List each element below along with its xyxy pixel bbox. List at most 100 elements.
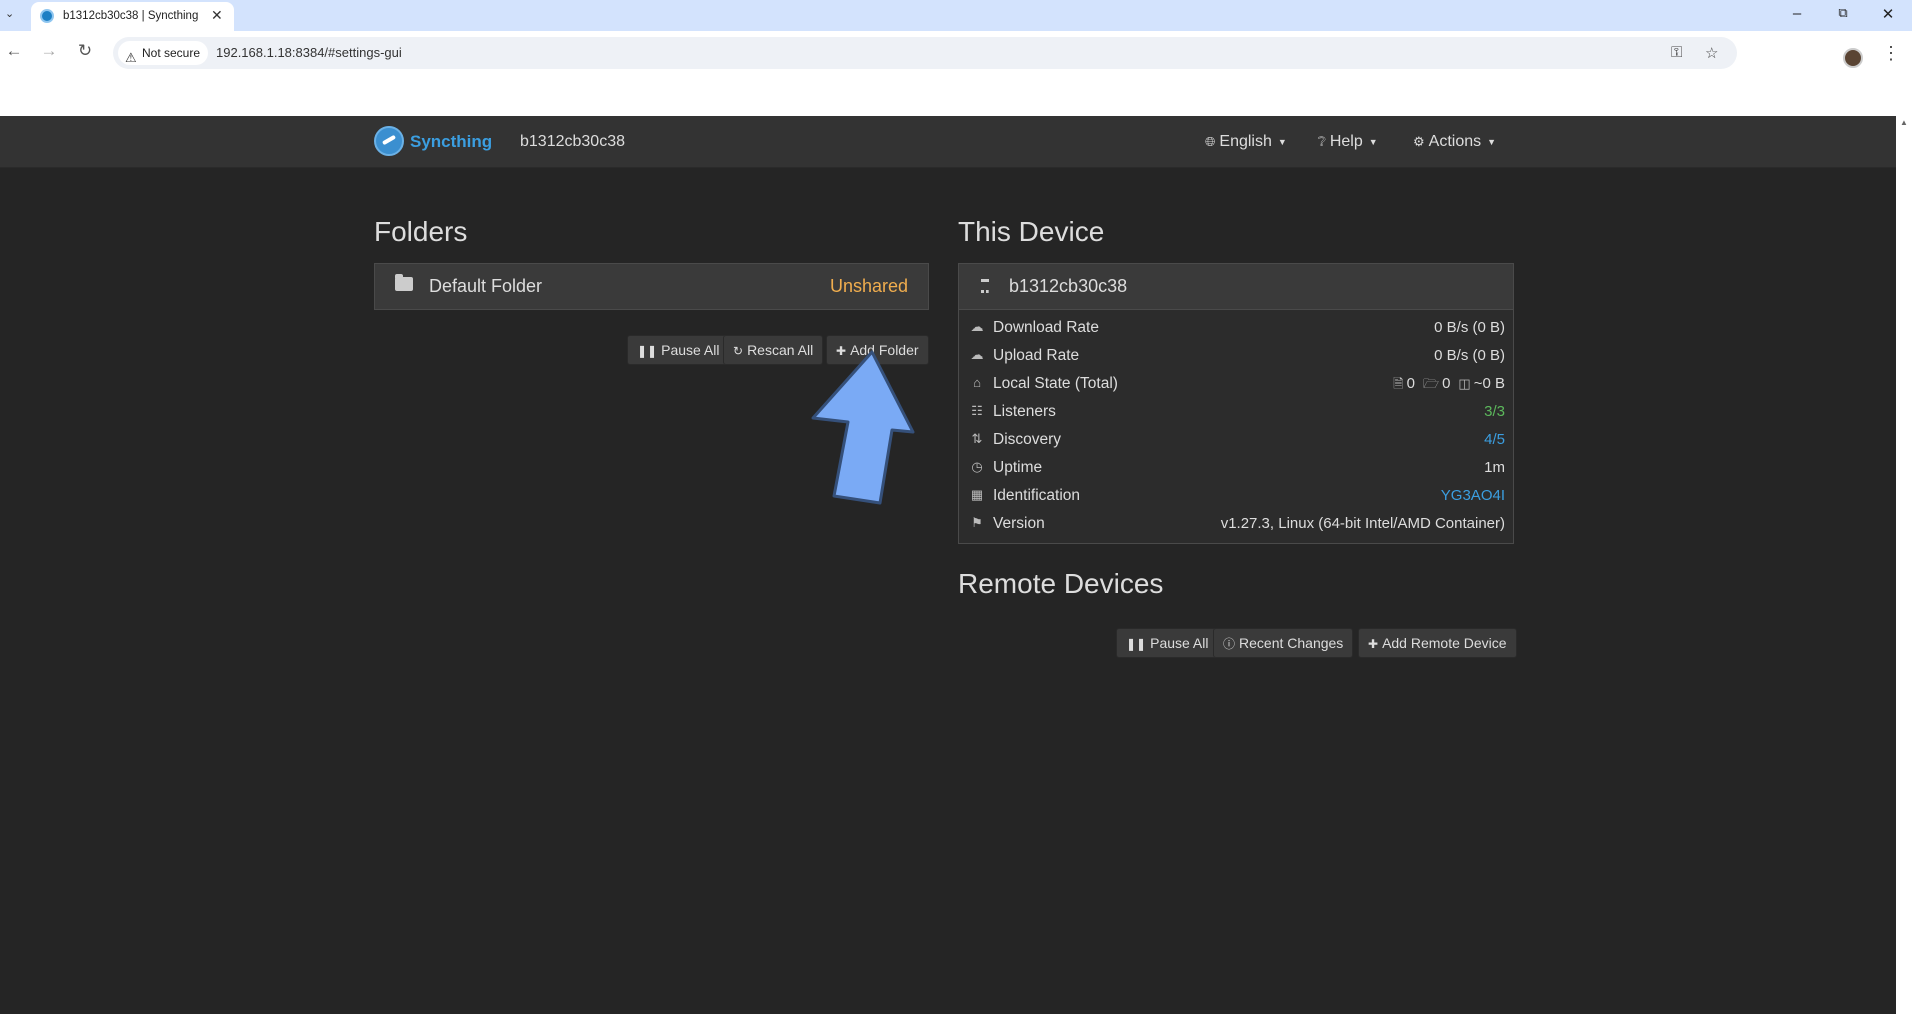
reload-icon[interactable]: ↻ — [75, 41, 95, 61]
stat-download-rate: ☁ Download Rate 0 B/s (0 B) — [959, 314, 1513, 342]
bookmark-star-icon[interactable]: ☆ — [1705, 44, 1718, 62]
restore-window-icon[interactable]: ⧉ — [1833, 5, 1853, 21]
stat-label: Identification — [993, 487, 1081, 504]
stat-label: Uptime — [993, 459, 1043, 476]
add-remote-device-label: Add Remote Device — [1382, 635, 1507, 651]
local-state-values: 🗎︎ 0 🗁︎ 0 ◫ ~0 B — [1385, 375, 1505, 397]
folder-outline-icon: 🗁︎ — [1422, 376, 1440, 391]
this-device-header[interactable]: b1312cb30c38 — [959, 264, 1513, 310]
stat-label: Local State (Total) — [993, 375, 1118, 392]
folder-icon — [395, 274, 413, 291]
minimize-window-icon[interactable]: – — [1787, 5, 1807, 22]
stat-value: v1.27.3, Linux (64-bit Intel/AMD Contain… — [1220, 515, 1505, 532]
stat-label: Listeners — [993, 403, 1056, 420]
scroll-up-arrow-icon[interactable]: ▲ — [1900, 118, 1908, 127]
syncthing-logo-icon[interactable] — [374, 126, 404, 156]
stat-value: 0 B/s (0 B) — [1434, 347, 1505, 364]
refresh-icon: ↻ — [733, 344, 744, 358]
help-label: Help — [1329, 133, 1363, 150]
stat-identification: ▦ Identification YG3AO4I — [959, 482, 1513, 510]
qrcode-icon: ▦ — [970, 487, 984, 502]
remote-devices-heading: Remote Devices — [958, 568, 1164, 599]
language-label: English — [1219, 133, 1272, 150]
pause-all-label: Pause All — [661, 342, 720, 358]
stat-upload-rate: ☁ Upload Rate 0 B/s (0 B) — [959, 342, 1513, 370]
address-bar[interactable]: ⚠ Not secure 192.168.1.18:8384/#settings… — [113, 37, 1737, 69]
tag-icon: ⚑ — [971, 515, 983, 530]
browser-toolbar: ← → ↻ ⚠ Not secure 192.168.1.18:8384/#se… — [0, 31, 1912, 116]
browser-menu-icon[interactable]: ⋮ — [1882, 43, 1900, 64]
pause-icon: ❚❚ — [1126, 637, 1147, 651]
question-circle-icon: ❔︎ — [1318, 134, 1326, 149]
warning-triangle-icon: ⚠ — [125, 50, 137, 65]
file-icon: 🗎︎ — [1393, 376, 1404, 391]
navbar-device-name: b1312cb30c38 — [520, 133, 625, 150]
stat-version: ⚑ Version v1.27.3, Linux (64-bit Intel/A… — [959, 510, 1513, 538]
add-remote-device-button[interactable]: ✚ Add Remote Device — [1358, 628, 1517, 658]
help-menu[interactable]: ❔︎ Help ▼ — [1318, 133, 1378, 151]
stat-discovery: ⇅ Discovery 4/5 — [959, 426, 1513, 454]
signpost-icon: ⇅ — [971, 431, 983, 446]
stat-value: 0 B/s (0 B) — [1434, 319, 1505, 336]
plus-icon: ✚ — [1368, 637, 1379, 651]
tab-close-icon[interactable]: ✕ — [211, 7, 223, 24]
stat-label: Upload Rate — [993, 347, 1080, 364]
globe-icon: 🌐︎ — [1205, 134, 1216, 149]
stat-local-state: ⌂ Local State (Total) 🗎︎ 0 🗁︎ 0 ◫ ~0 B — [959, 370, 1513, 398]
pause-icon: ❚❚ — [637, 344, 658, 358]
folders-heading: Folders — [374, 216, 468, 247]
identification-link[interactable]: YG3AO4I — [1441, 487, 1505, 504]
local-files-count: 0 — [1406, 375, 1415, 392]
stat-label: Discovery — [993, 431, 1062, 448]
profile-avatar[interactable] — [1843, 48, 1863, 68]
language-menu[interactable]: 🌐︎ English ▼ — [1205, 133, 1287, 151]
recent-changes-button[interactable]: ⓘ Recent Changes — [1213, 628, 1354, 658]
password-key-icon[interactable]: ⚿ — [1671, 44, 1682, 61]
browser-tab-strip: ⌄ b1312cb30c38 | Syncthing ✕ – ⧉ ✕ — [0, 0, 1912, 31]
pause-all-devices-button[interactable]: ❚❚ Pause All — [1116, 628, 1219, 658]
this-device-panel: b1312cb30c38 ☁ Download Rate 0 B/s (0 B)… — [958, 263, 1514, 544]
clock-icon: ◷ — [971, 459, 983, 474]
this-device-name: b1312cb30c38 — [1009, 276, 1128, 296]
recent-changes-label: Recent Changes — [1239, 635, 1344, 651]
this-device-heading: This Device — [958, 216, 1105, 247]
stat-listeners: ☷ Listeners 3/3 — [959, 398, 1513, 426]
stat-label: Version — [993, 515, 1045, 532]
caret-down-icon: ▼ — [1487, 136, 1497, 147]
tab-search-chevron-icon[interactable]: ⌄ — [5, 7, 19, 21]
info-circle-icon: ⓘ — [1223, 637, 1236, 651]
callout-arrow-icon — [811, 350, 915, 505]
local-dirs-count: 0 — [1442, 375, 1451, 392]
folder-label: Default Folder — [429, 276, 543, 296]
discovery-value[interactable]: 4/5 — [1484, 431, 1505, 448]
folder-row-default[interactable]: Default Folder Unshared — [374, 263, 929, 310]
listeners-value[interactable]: 3/3 — [1484, 403, 1505, 420]
back-arrow-icon[interactable]: ← — [4, 41, 24, 61]
tab-title: b1312cb30c38 | Syncthing — [63, 10, 199, 22]
actions-menu[interactable]: ⚙ Actions ▼ — [1413, 133, 1496, 151]
pause-all-folders-button[interactable]: ❚❚ Pause All — [627, 335, 730, 365]
server-icon — [981, 279, 989, 293]
cloud-upload-icon: ☁ — [970, 347, 984, 362]
close-window-icon[interactable]: ✕ — [1878, 5, 1898, 23]
forward-arrow-icon[interactable]: → — [39, 41, 59, 61]
folder-status-badge: Unshared — [829, 276, 908, 296]
cloud-download-icon: ☁ — [970, 319, 984, 334]
caret-down-icon: ▼ — [1277, 136, 1287, 147]
page-scrollbar[interactable]: ▲ — [1896, 116, 1912, 1014]
actions-label: Actions — [1428, 133, 1482, 150]
not-secure-label: Not secure — [142, 46, 201, 60]
url-text[interactable]: 192.168.1.18:8384/#settings-gui — [216, 45, 402, 60]
brand-name[interactable]: Syncthing — [410, 132, 492, 152]
browser-tab[interactable]: b1312cb30c38 | Syncthing ✕ — [31, 2, 234, 31]
local-size: ~0 B — [1473, 375, 1505, 392]
hard-drive-icon: ◫ — [1458, 376, 1471, 391]
stat-value: 1m — [1484, 459, 1505, 476]
syncthing-favicon-icon — [40, 9, 54, 23]
sitemap-icon: ☷ — [971, 403, 983, 418]
not-secure-chip[interactable]: ⚠ Not secure — [118, 41, 209, 65]
caret-down-icon: ▼ — [1368, 136, 1378, 147]
app-navbar: Syncthing b1312cb30c38 🌐︎ English ▼ ❔︎ Help… — [0, 116, 1896, 168]
pause-all-label: Pause All — [1150, 635, 1209, 651]
gear-icon: ⚙ — [1413, 134, 1425, 149]
